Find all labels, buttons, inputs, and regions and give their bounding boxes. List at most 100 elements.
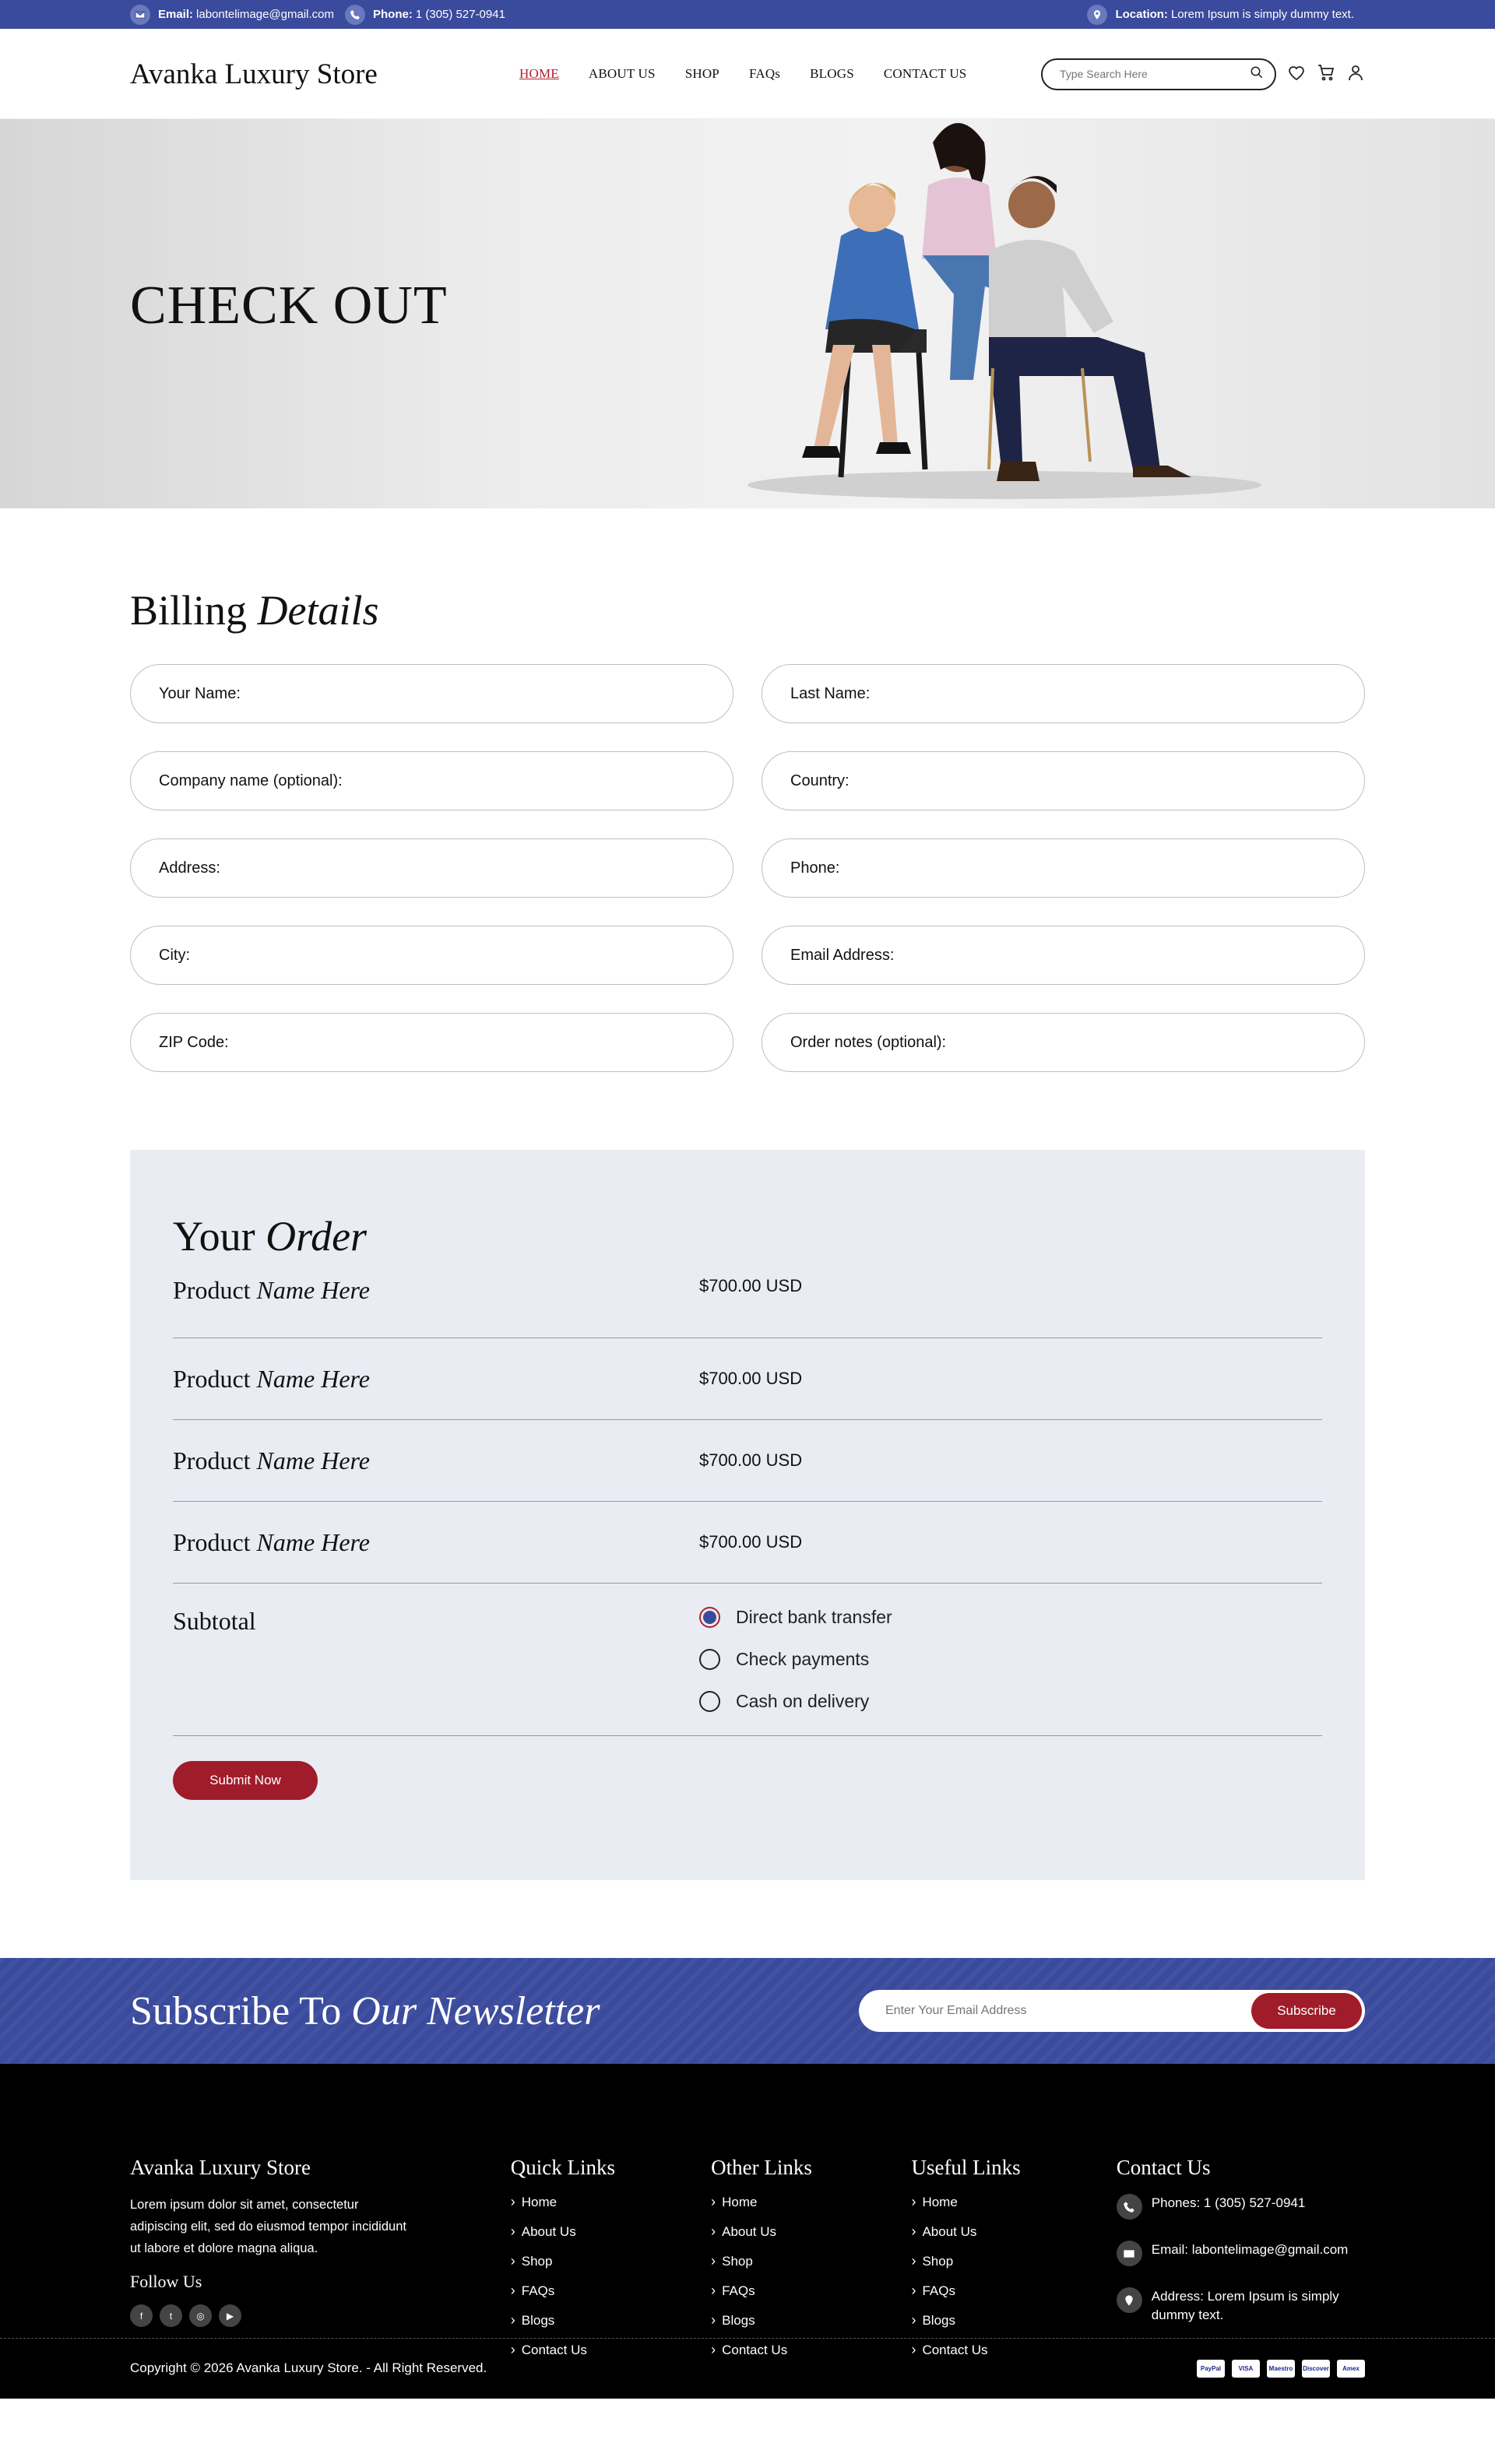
- footer-link[interactable]: Blogs: [511, 2312, 711, 2329]
- billing-section: Billing Details Your Name: Last Name: Co…: [0, 508, 1495, 1880]
- country-field[interactable]: Country:: [762, 751, 1365, 810]
- product-name: Product Name Here: [173, 1364, 370, 1393]
- location-value: Lorem Ipsum is simply dummy text.: [1170, 8, 1354, 21]
- payment-bank-transfer[interactable]: Direct bank transfer: [699, 1607, 892, 1628]
- email-field[interactable]: Email Address:: [762, 926, 1365, 985]
- footer-link[interactable]: FAQs: [911, 2283, 1116, 2299]
- newsletter-title: Subscribe To Our Newsletter: [130, 1988, 600, 2033]
- nav-shop[interactable]: SHOP: [685, 66, 719, 82]
- instagram-icon[interactable]: ◎: [189, 2304, 212, 2327]
- footer-link[interactable]: FAQs: [711, 2283, 911, 2299]
- payment-check[interactable]: Check payments: [699, 1649, 892, 1670]
- location-pin-icon: [1116, 2287, 1142, 2313]
- product-name: Product Name Here: [173, 1276, 370, 1304]
- footer-link[interactable]: About Us: [711, 2223, 911, 2240]
- nav-blogs[interactable]: BLOGS: [810, 66, 854, 82]
- youtube-icon[interactable]: ▶: [219, 2304, 241, 2327]
- radio-icon[interactable]: [699, 1691, 720, 1712]
- page-title: CHECK OUT: [130, 276, 448, 336]
- mail-icon: [1116, 2241, 1142, 2266]
- footer-link[interactable]: About Us: [511, 2223, 711, 2240]
- paypal-icon: PayPal: [1197, 2359, 1225, 2378]
- amex-icon: Amex: [1337, 2359, 1365, 2378]
- address-field[interactable]: Address:: [130, 838, 733, 898]
- footer-link[interactable]: About Us: [911, 2223, 1116, 2240]
- user-icon[interactable]: [1346, 63, 1365, 86]
- footer-link[interactable]: Blogs: [711, 2312, 911, 2329]
- payment-cod[interactable]: Cash on delivery: [699, 1691, 892, 1712]
- submit-button[interactable]: Submit Now: [173, 1761, 318, 1800]
- email-value: labontelimage@gmail.com: [196, 8, 334, 21]
- subtotal-label: Subtotal: [173, 1607, 256, 1635]
- site-header: Avanka Luxury Store HOME ABOUT US SHOP F…: [0, 29, 1495, 119]
- newsletter-form: Subscribe: [859, 1990, 1365, 2032]
- footer-link[interactable]: Shop: [711, 2253, 911, 2269]
- footer-link[interactable]: FAQs: [511, 2283, 711, 2299]
- product-price: $700.00 USD: [699, 1532, 803, 1552]
- newsletter-email-input[interactable]: [885, 2004, 1251, 2018]
- payment-options: Direct bank transfer Check payments Cash…: [699, 1607, 892, 1712]
- footer-about-text: Lorem ipsum dolor sit amet, consectetur …: [130, 2198, 406, 2255]
- location-label: Location:: [1115, 8, 1168, 21]
- footer-link[interactable]: Home: [911, 2194, 1116, 2210]
- search-icon[interactable]: [1250, 65, 1264, 83]
- contact-phone[interactable]: Phones: 1 (305) 527-0941: [1116, 2194, 1365, 2220]
- useful-links-title: Useful Links: [911, 2156, 1021, 2179]
- contact-address: Address: Lorem Ipsum is simply dummy tex…: [1116, 2287, 1365, 2325]
- nav-about[interactable]: ABOUT US: [589, 66, 656, 82]
- order-notes-field[interactable]: Order notes (optional):: [762, 1013, 1365, 1072]
- contact-title: Contact Us: [1116, 2156, 1211, 2179]
- city-field[interactable]: City:: [130, 926, 733, 985]
- heart-icon[interactable]: [1287, 63, 1306, 86]
- radio-icon[interactable]: [699, 1649, 720, 1670]
- order-summary: Your Order Product Name Here $700.00 USD…: [130, 1150, 1365, 1880]
- copyright: Copyright © 2026 Avanka Luxury Store. - …: [130, 2360, 487, 2375]
- top-info-bar: Email: labontelimage@gmail.com Phone: 1 …: [0, 0, 1495, 29]
- site-footer: Avanka Luxury Store Lorem ipsum dolor si…: [0, 2064, 1495, 2399]
- topbar-location: Location: Lorem Ipsum is simply dummy te…: [1087, 4, 1354, 25]
- nav-home[interactable]: HOME: [519, 66, 559, 82]
- product-price: $700.00 USD: [699, 1450, 803, 1470]
- facebook-icon[interactable]: f: [130, 2304, 153, 2327]
- product-name: Product Name Here: [173, 1527, 370, 1556]
- product-price: $700.00 USD: [699, 1369, 803, 1388]
- zip-field[interactable]: ZIP Code:: [130, 1013, 733, 1072]
- phone-value: 1 (305) 527-0941: [415, 8, 505, 21]
- order-row: Product Name Here $700.00 USD: [173, 1276, 1322, 1338]
- twitter-icon[interactable]: t: [160, 2304, 182, 2327]
- first-name-field[interactable]: Your Name:: [130, 664, 733, 723]
- nav-contact[interactable]: CONTACT US: [884, 66, 967, 82]
- footer-brand: Avanka Luxury Store: [130, 2156, 311, 2179]
- order-row: Product Name Here $700.00 USD: [173, 1502, 1322, 1583]
- location-pin-icon: [1087, 4, 1108, 25]
- subscribe-button[interactable]: Subscribe: [1251, 1993, 1362, 2029]
- billing-form: Your Name: Last Name: Company name (opti…: [130, 664, 1365, 1072]
- footer-link[interactable]: Blogs: [911, 2312, 1116, 2329]
- main-nav: HOME ABOUT US SHOP FAQs BLOGS CONTACT US: [519, 66, 966, 82]
- email-label: Email:: [158, 8, 194, 21]
- nav-faqs[interactable]: FAQs: [749, 66, 780, 82]
- contact-email[interactable]: Email: labontelimage@gmail.com: [1116, 2241, 1365, 2266]
- search-input[interactable]: [1060, 68, 1250, 80]
- payment-icons: PayPal VISA Maestro Discover Amex: [1197, 2359, 1365, 2378]
- company-field[interactable]: Company name (optional):: [130, 751, 733, 810]
- radio-selected-icon[interactable]: [699, 1607, 720, 1628]
- topbar-email[interactable]: Email: labontelimage@gmail.com: [130, 4, 334, 25]
- maestro-icon: Maestro: [1267, 2359, 1295, 2378]
- footer-link[interactable]: Shop: [511, 2253, 711, 2269]
- cart-icon[interactable]: [1317, 63, 1335, 86]
- product-name: Product Name Here: [173, 1446, 370, 1475]
- phone-field[interactable]: Phone:: [762, 838, 1365, 898]
- mail-icon: [130, 4, 150, 25]
- topbar-phone[interactable]: Phone: 1 (305) 527-0941: [345, 4, 505, 25]
- site-logo[interactable]: Avanka Luxury Store: [130, 58, 519, 91]
- subtotal-row: Subtotal Direct bank transfer Check paym…: [173, 1583, 1322, 1736]
- footer-link[interactable]: Home: [511, 2194, 711, 2210]
- footer-link[interactable]: Shop: [911, 2253, 1116, 2269]
- discover-icon: Discover: [1302, 2359, 1330, 2378]
- footer-bottom: Copyright © 2026 Avanka Luxury Store. - …: [0, 2338, 1495, 2399]
- other-links-title: Other Links: [711, 2156, 812, 2179]
- footer-link[interactable]: Home: [711, 2194, 911, 2210]
- last-name-field[interactable]: Last Name:: [762, 664, 1365, 723]
- order-title: Your Order: [173, 1213, 368, 1260]
